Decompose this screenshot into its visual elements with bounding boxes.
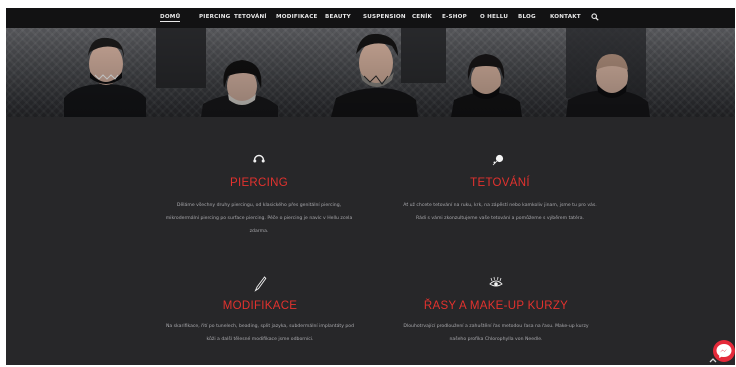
nav-item[interactable]: E-SHOP: [442, 14, 467, 20]
service-description: Na skarifikace, řití po tunelech, beadin…: [125, 320, 395, 346]
description-line: zdarma.: [249, 229, 269, 234]
messenger-icon: [716, 344, 732, 358]
service-description: Dlouhotrvající prodloužení a zahuštění ř…: [366, 320, 626, 346]
service-title[interactable]: PIERCING: [230, 177, 288, 189]
search-icon[interactable]: [591, 13, 599, 21]
hero-team-photo: [6, 28, 735, 117]
nav-item[interactable]: BLOG: [518, 14, 536, 20]
service-description: Ať už chcete tetování na ruku, krk, na z…: [370, 199, 630, 225]
nav-item[interactable]: KONTAKT: [550, 14, 581, 20]
description-line: Dlouhotrvající prodloužení a zahuštění ř…: [403, 324, 589, 329]
nav-item[interactable]: CENÍK: [412, 14, 432, 20]
description-line: Ať už chcete tetování na ruku, krk, na z…: [403, 203, 597, 208]
description-line: Na skarifikace, řití po tunelech, beadin…: [165, 324, 355, 329]
nav-item[interactable]: TETOVÁNÍ: [234, 14, 267, 20]
main-navbar: DOMŮ PIERCING TETOVÁNÍ MODIFIKACE BEAUTY SUSP…: [6, 8, 735, 28]
scalpel-icon: [254, 276, 267, 292]
nav-item[interactable]: O HELLU: [480, 14, 508, 20]
messenger-chat-button[interactable]: [713, 340, 735, 362]
nav-item[interactable]: BEAUTY: [325, 14, 351, 20]
headphones-ring-icon: [253, 154, 265, 163]
tattoo-machine-icon: [492, 154, 504, 166]
team-photo-illustration: [6, 28, 735, 117]
description-line: Děláme všechny druhy piercingu, od klasi…: [176, 203, 342, 208]
nav-menu: DOMŮ PIERCING TETOVÁNÍ MODIFIKACE BEAUTY SUSP…: [6, 8, 735, 28]
description-line: kůži a další tělesné modifikace jsme odb…: [206, 337, 314, 342]
nav-item[interactable]: PIERCING: [199, 14, 230, 20]
nav-item[interactable]: SUSPENSION: [363, 14, 406, 20]
eye-lashes-icon: [489, 276, 503, 287]
service-title[interactable]: TETOVÁNÍ: [470, 177, 530, 189]
service-title[interactable]: MODIFIKACE: [223, 300, 298, 312]
page: DOMŮ PIERCING TETOVÁNÍ MODIFIKACE BEAUTY SUSP…: [6, 8, 735, 365]
description-line: mikrodermální piercing po surface pierci…: [165, 216, 353, 221]
description-line: našeho profíka Chlorophylla von Needle.: [449, 337, 543, 342]
nav-item[interactable]: DOMŮ: [160, 14, 181, 22]
nav-item[interactable]: MODIFIKACE: [276, 14, 318, 20]
service-title[interactable]: ŘASY A MAKE-UP KURZY: [424, 300, 568, 312]
service-description: Děláme všechny druhy piercingu, od klasi…: [139, 199, 379, 238]
description-line: Rádi s vámi zkonzultujeme vaše tetování …: [416, 216, 584, 221]
